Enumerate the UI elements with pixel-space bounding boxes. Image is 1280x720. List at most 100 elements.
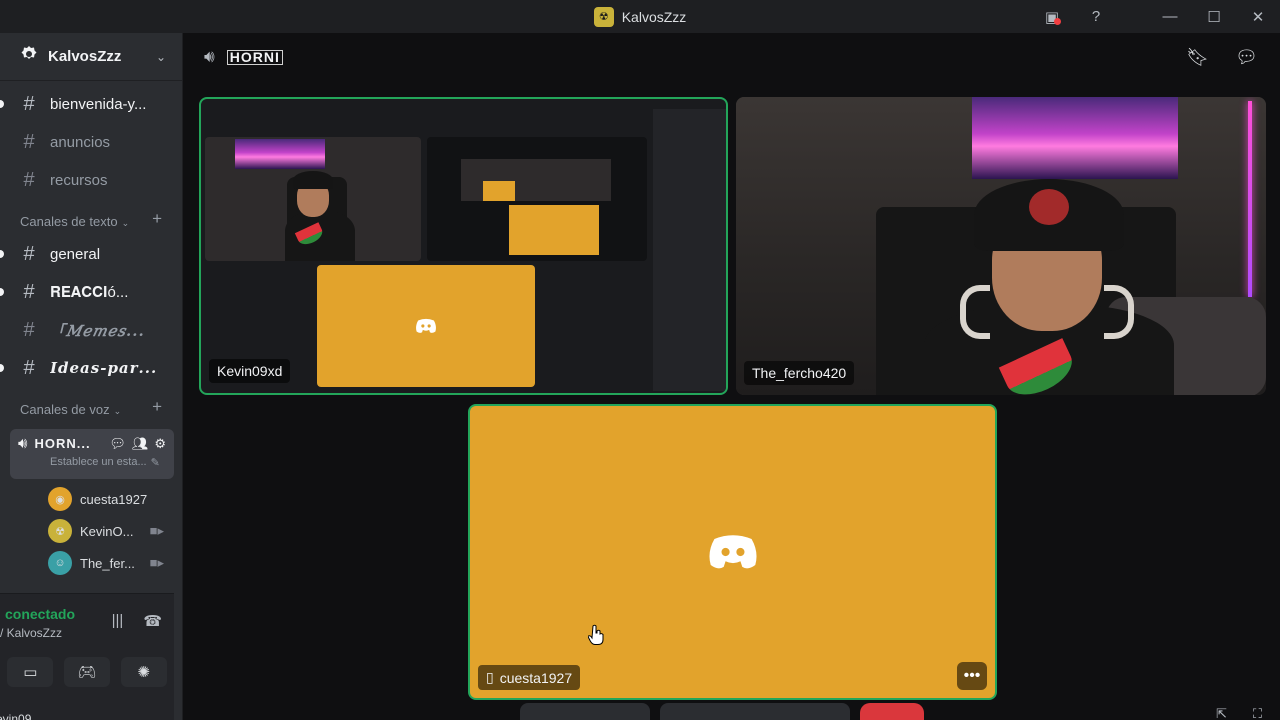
disconnect-icon[interactable]: ☎ <box>143 612 162 630</box>
voice-channel-active[interactable]: 🔊︎ HORN... 💬︎ 👥︎ ⚙ Establece un esta... … <box>10 429 174 479</box>
channel-item[interactable]: # recursos <box>0 161 182 199</box>
channel-item[interactable]: # general <box>0 235 182 273</box>
unread-indicator <box>0 364 4 372</box>
app-logo-icon: ☢ <box>593 6 614 27</box>
video-camera-icon: ■▸ <box>149 523 164 538</box>
hash-icon: # <box>23 318 35 341</box>
text-channel-list: # general # 𝐑𝐄𝐀𝐂𝐂𝐈ó... # 「𝑀𝑒𝑚𝑒𝑠... # 𝑰𝒅𝒆𝒂𝒔-𝒑𝒂𝒓.… <box>0 235 182 387</box>
webcam-person <box>904 175 1204 395</box>
channel-label: 「𝑀𝑒𝑚𝑒𝑠... <box>50 321 145 340</box>
discord-logo-icon <box>470 406 995 698</box>
mobile-icon: ▯ <box>486 669 494 685</box>
voice-user-name: cuesta1927 <box>80 491 148 507</box>
current-user-name: evin09 <box>0 712 32 720</box>
channel-item[interactable]: # bienvenida-y... <box>0 85 182 123</box>
hash-icon: # <box>23 280 35 303</box>
channel-item[interactable]: # 「𝑀𝑒𝑚𝑒𝑠... <box>0 311 182 349</box>
stream-preview-webcam <box>205 137 421 261</box>
avatar: ☺ <box>48 551 72 575</box>
channel-label: 𝐑𝐄𝐀𝐂𝐂𝐈ó... <box>50 283 129 301</box>
hash-icon: # <box>23 92 35 115</box>
noise-suppression-icon[interactable]: ||| <box>112 612 124 630</box>
share-activity-controls[interactable] <box>660 703 850 720</box>
voice-connected-panel: conectado / KalvosZzz ||| ☎ ▭ 🎮︎ ✺ evin0… <box>0 593 174 720</box>
speaker-icon: 🔊︎ <box>204 47 215 66</box>
title-bar: ☢ KalvosZzz ▣ ? — ☐ ✕ <box>0 0 1280 33</box>
pencil-icon[interactable]: ✎ <box>151 456 160 469</box>
tile-username: The_fercho420 <box>752 365 847 381</box>
hash-icon: # <box>23 242 35 265</box>
led-strip <box>1248 101 1252 297</box>
more-options-button[interactable]: ••• <box>957 662 987 690</box>
chat-icon[interactable]: 💬︎ <box>109 436 126 452</box>
chevron-down-icon: ⌄ <box>113 406 122 416</box>
tile-nameplate: Kevin09xd <box>209 359 291 383</box>
stream-preview-nested <box>427 137 647 261</box>
category-voice-channels[interactable]: Canales de voz ⌄ + <box>0 387 182 423</box>
voice-user[interactable]: ◉ cuesta1927 <box>0 483 182 515</box>
gear-icon[interactable]: ⚙ <box>154 436 166 452</box>
channel-item[interactable]: # anuncios <box>0 123 182 161</box>
avatar: ☢ <box>48 519 72 543</box>
end-call-button[interactable] <box>860 703 924 720</box>
voice-location[interactable]: / KalvosZzz <box>0 626 62 640</box>
unread-indicator <box>0 100 4 108</box>
server-header[interactable]: KalvosZzz ⌄ <box>0 33 182 81</box>
activity-button[interactable]: 🎮︎ <box>63 657 110 687</box>
video-tile-fercho[interactable]: The_fercho420 <box>736 97 1266 395</box>
category-label: Canales de voz <box>20 402 110 417</box>
hash-icon: # <box>23 168 35 191</box>
unread-indicator <box>0 250 4 258</box>
category-text-channels[interactable]: Canales de texto ⌄ + <box>0 199 182 235</box>
close-icon[interactable]: ✕ <box>1236 0 1280 33</box>
server-icon <box>20 45 38 68</box>
bookmark-icon[interactable]: 🔖︎ <box>1186 47 1209 68</box>
voice-user-name: KevinO... <box>80 523 134 539</box>
tile-username: Kevin09xd <box>217 363 283 379</box>
avatar: ◉ <box>48 487 72 511</box>
minimize-icon[interactable]: — <box>1148 0 1192 33</box>
tile-nameplate: ▯ cuesta1927 <box>478 665 581 690</box>
voice-channel-name: HORN... <box>34 436 91 451</box>
maximize-icon[interactable]: ☐ <box>1192 0 1236 33</box>
invite-icon[interactable]: 👥︎ <box>132 436 149 452</box>
add-channel-icon[interactable]: + <box>152 209 162 229</box>
voice-status[interactable]: conectado <box>5 606 75 622</box>
popout-icon[interactable]: ⇱ <box>1216 706 1227 720</box>
video-tile-kevin[interactable]: Kevin09xd <box>199 97 728 395</box>
channel-label: anuncios <box>50 133 111 151</box>
voice-header: 🔊︎ HORNI 🔖︎ 💬︎ <box>184 33 1280 81</box>
unread-indicator <box>0 288 4 296</box>
channel-label: recursos <box>50 171 108 189</box>
tile-username: cuesta1927 <box>499 669 573 686</box>
screen-share-button[interactable]: ▭ <box>7 657 54 687</box>
soundboard-button[interactable]: ✺ <box>120 657 167 687</box>
chat-bubble-icon[interactable]: 💬︎ <box>1235 47 1258 68</box>
speaker-icon: 🔊︎ <box>18 435 28 452</box>
add-channel-icon[interactable]: + <box>152 397 162 417</box>
stream-preview-placeholder <box>317 265 535 387</box>
fullscreen-icon[interactable]: ⛶ <box>1253 706 1262 720</box>
channel-label: general <box>50 245 101 263</box>
video-tile-cuesta[interactable]: ▯ cuesta1927 ••• <box>468 404 997 700</box>
chevron-down-icon: ⌄ <box>121 218 130 228</box>
category-label: Canales de texto <box>20 214 118 229</box>
channel-item[interactable]: # 𝐑𝐄𝐀𝐂𝐂𝐈ó... <box>0 273 182 311</box>
voice-user[interactable]: ☢ KevinO... ■▸ <box>0 515 182 547</box>
tile-nameplate: The_fercho420 <box>744 361 855 385</box>
hash-icon: # <box>23 130 35 153</box>
channel-label: bienvenida-y... <box>50 95 147 113</box>
chevron-down-icon[interactable]: ⌄ <box>156 50 166 64</box>
channel-list: # bienvenida-y... # anuncios # recursos <box>0 85 182 199</box>
titlebar-controls: ▣ ? — ☐ ✕ <box>1030 0 1280 33</box>
help-icon[interactable]: ? <box>1074 0 1118 33</box>
channel-item[interactable]: # 𝑰𝒅𝒆𝒂𝒔-𝒑𝒂𝒓... <box>0 349 182 387</box>
server-name: KalvosZzz <box>48 48 122 65</box>
stream-preview-sidebar <box>653 109 726 391</box>
window-title: KalvosZzz <box>621 8 687 25</box>
inbox-icon[interactable]: ▣ <box>1030 0 1074 33</box>
mic-camera-controls[interactable] <box>520 703 650 720</box>
channel-label: 𝑰𝒅𝒆𝒂𝒔-𝒑𝒂𝒓... <box>50 359 158 377</box>
voice-status-text[interactable]: Establece un esta... <box>50 456 147 469</box>
voice-user[interactable]: ☺ The_fer... ■▸ <box>0 547 182 579</box>
